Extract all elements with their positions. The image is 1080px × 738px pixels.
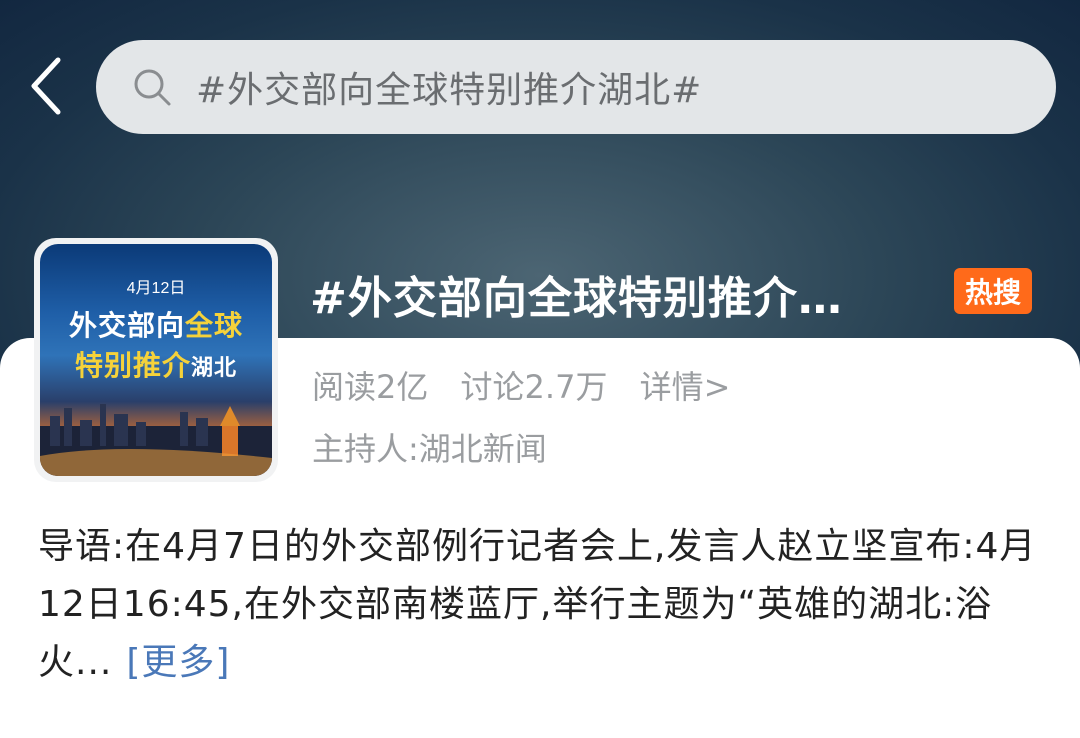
hot-search-badge: 热搜 (954, 268, 1032, 314)
search-icon (134, 69, 171, 106)
topic-stats: 阅读2亿 讨论2.7万 详情> (312, 362, 752, 408)
city-skyline-graphic (40, 404, 272, 476)
thumbnail-line2-highlight: 湖北 (191, 356, 238, 381)
read-count: 阅读2亿 (312, 368, 429, 406)
discussion-count: 讨论2.7万 (460, 368, 608, 406)
thumbnail-line1-highlight: 全球 (185, 309, 244, 342)
thumbnail-line2-text: 特别推介 (74, 349, 191, 382)
search-input[interactable]: #外交部向全球特别推介湖北# (196, 61, 702, 113)
back-button[interactable] (22, 52, 70, 120)
topic-title: #外交部向全球特别推介… (310, 273, 843, 324)
thumbnail-date: 4月12日 (126, 280, 186, 297)
details-link[interactable]: 详情> (640, 368, 731, 406)
topic-intro: 导语:在4月7日的外交部例行记者会上,发言人赵立坚宣布:4月12日16:45,在… (38, 518, 1048, 692)
topic-host: 主持人:湖北新闻 (312, 430, 547, 468)
chevron-left-icon (31, 57, 61, 115)
thumbnail-line1-text: 外交部向 (68, 309, 185, 342)
thumbnail-line1: 外交部向全球 (40, 304, 272, 344)
more-link[interactable]: [更多] (126, 642, 230, 683)
thumbnail-line2: 特别推介湖北 (40, 344, 272, 384)
topic-thumbnail[interactable]: 4月12日 外交部向全球 特别推介湖北 (34, 238, 278, 482)
thumbnail-image: 4月12日 外交部向全球 特别推介湖北 (40, 244, 272, 476)
search-bar[interactable]: #外交部向全球特别推介湖北# (96, 40, 1056, 134)
